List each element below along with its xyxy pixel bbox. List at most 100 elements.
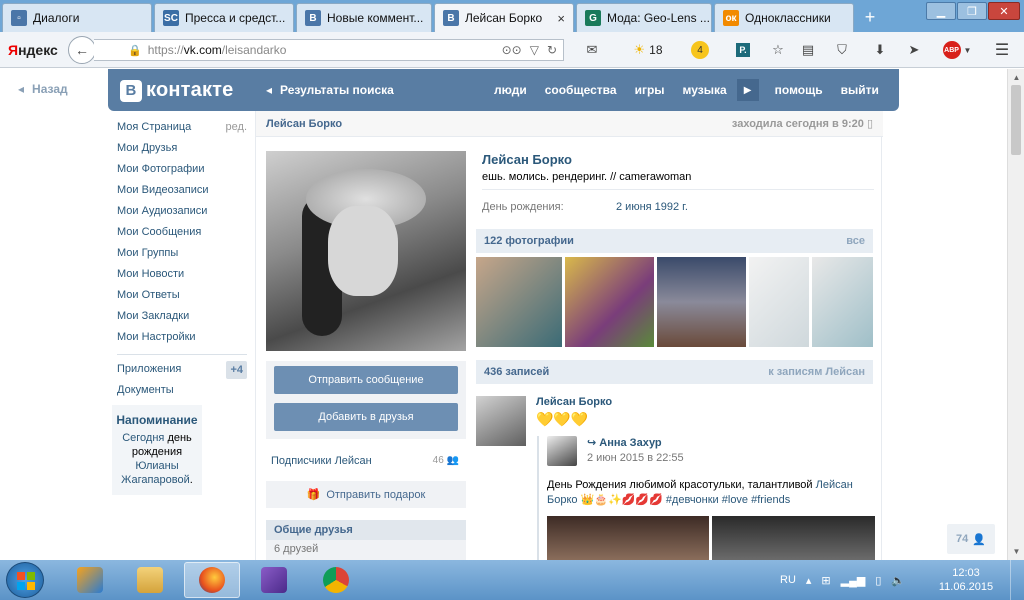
vk-logo[interactable]: Вконтакте (120, 79, 234, 102)
tab-press[interactable]: SC Пресса и средст... (154, 3, 294, 32)
photo-thumb[interactable] (812, 257, 873, 347)
profile-avatar[interactable] (266, 151, 466, 351)
weather-icon[interactable]: ☀ 18 (624, 40, 672, 60)
adblock-icon[interactable]: ABP ▼ (940, 40, 974, 60)
menu-music[interactable]: музыка (683, 83, 727, 101)
send-gift-button[interactable]: 🎁 Отправить подарок (266, 481, 466, 508)
page-scrollbar[interactable]: ▲ ▼ (1007, 69, 1024, 560)
sidebar-item-groups[interactable]: Мои Группы (117, 245, 247, 266)
minimize-button[interactable]: ▁ (926, 2, 956, 20)
sidebar-item-my-page[interactable]: Моя Страница ред. (117, 119, 247, 140)
windows-flag-icon[interactable]: ⊞ (821, 574, 830, 587)
send-icon[interactable]: ➤ (904, 40, 924, 60)
edit-link[interactable]: ред. (226, 119, 247, 140)
add-friend-button[interactable]: Добавить в друзья (274, 403, 458, 431)
tab-ok[interactable]: ок Одноклассники (714, 3, 854, 32)
sidebar-item-videos[interactable]: Мои Видеозаписи (117, 182, 247, 203)
repost-photo[interactable] (547, 516, 709, 560)
start-button[interactable] (6, 562, 44, 598)
sidebar-item-bookmarks[interactable]: Мои Закладки (117, 308, 247, 329)
menu-communities[interactable]: сообщества (545, 83, 617, 101)
repost-author-avatar[interactable] (547, 436, 577, 466)
new-tab-button[interactable]: + (858, 6, 882, 28)
scroll-down-icon[interactable]: ▼ (1011, 546, 1022, 557)
post-author-avatar[interactable] (476, 396, 526, 446)
firefox-icon[interactable] (184, 562, 240, 598)
play-icon[interactable]: ▶ (736, 79, 759, 101)
sidebar-item-news[interactable]: Мои Новости (117, 266, 247, 287)
dropdown-icon[interactable]: ▽ (530, 43, 539, 57)
close-window-button[interactable]: ✕ (988, 2, 1020, 20)
back-arrow-icon[interactable]: ← (68, 36, 96, 64)
rbk-icon[interactable]: Р. (734, 40, 752, 60)
yandex-logo[interactable]: Яндекс (8, 42, 58, 58)
sidebar-item-photos[interactable]: Мои Фотографии (117, 161, 247, 182)
volume-icon[interactable]: 🔈 (891, 574, 905, 587)
mutual-friends-title[interactable]: Общие друзья (266, 520, 466, 540)
birthday-value[interactable]: 2 июня 1992 г. (616, 201, 688, 213)
signal-icon[interactable]: ▂▄▆ (841, 574, 866, 587)
to-posts-link[interactable]: к записям Лейсан (768, 366, 865, 378)
reminder-today-link[interactable]: Сегодня (122, 432, 164, 444)
yandex-badge-icon[interactable]: 4 (690, 40, 710, 60)
photo-thumb[interactable] (476, 257, 562, 347)
sidebar-item-settings[interactable]: Мои Настройки (117, 329, 247, 350)
tab-comments[interactable]: В Новые коммент... (296, 3, 432, 32)
reminder-name-link[interactable]: Юлианы Жагапаровой (121, 460, 190, 486)
visual-studio-icon[interactable] (246, 562, 302, 598)
repost-date[interactable]: 2 июн 2015 в 22:55 (587, 452, 684, 464)
file-explorer-icon[interactable] (122, 562, 178, 598)
subscribers-link[interactable]: Подписчики Лейсан 46 👥 (271, 455, 459, 467)
photos-all-link[interactable]: все (846, 235, 865, 247)
chrome-icon[interactable] (308, 562, 364, 598)
sidebar-item-answers[interactable]: Мои Ответы (117, 287, 247, 308)
scroll-up-icon[interactable]: ▲ (1011, 72, 1022, 83)
photo-thumb[interactable] (657, 257, 746, 347)
show-desktop-button[interactable] (1010, 560, 1024, 600)
photo-thumb[interactable] (565, 257, 654, 347)
tray-chevron-icon[interactable]: ▴ (806, 574, 812, 587)
language-indicator[interactable]: RU (780, 574, 796, 586)
reload-icon[interactable]: ↻ (547, 43, 557, 57)
reader-mode-icon[interactable]: ⊙⊙ (502, 43, 522, 57)
repost-author[interactable]: ↪ Анна Захур (587, 436, 662, 449)
profile-status[interactable]: ешь. молись. рендеринг. // camerawoman (482, 171, 691, 183)
menu-icon[interactable]: ☰ (992, 40, 1012, 60)
menu-help[interactable]: помощь (775, 83, 823, 101)
close-tab-icon[interactable]: × (557, 11, 565, 26)
media-player-icon[interactable] (62, 562, 118, 598)
maximize-button[interactable]: ❐ (957, 2, 987, 20)
pocket-icon[interactable]: ⛉ (832, 40, 852, 60)
hashtags[interactable]: #девчонки #love #friends (666, 494, 790, 506)
power-icon[interactable]: ▯ (875, 574, 881, 587)
like-counter[interactable]: 74 👤 (947, 524, 995, 554)
photos-header[interactable]: 122 фотографии все (476, 229, 873, 253)
tab-profile[interactable]: В Лейсан Борко × (434, 3, 574, 32)
repost: ↪ Анна Захур 2 июн 2015 в 22:55 День Рож… (537, 436, 875, 560)
menu-logout[interactable]: выйти (841, 83, 879, 101)
download-icon[interactable]: ⬇ (870, 40, 890, 60)
sidebar-item-apps[interactable]: Приложения +4 (117, 361, 247, 382)
tab-dialogs[interactable]: ▫ Диалоги (2, 3, 152, 32)
sidebar-item-friends[interactable]: Мои Друзья (117, 140, 247, 161)
address-bar[interactable]: 🔒 https://vk.com/leisandarko ⊙⊙ ▽ ↻ (94, 39, 564, 61)
send-message-button[interactable]: Отправить сообщение (274, 366, 458, 394)
repost-photo[interactable] (712, 516, 875, 560)
sidebar-item-messages[interactable]: Мои Сообщения (117, 224, 247, 245)
vk-back-link[interactable]: ◂ Назад (18, 82, 68, 96)
photo-thumb[interactable] (749, 257, 809, 347)
system-clock[interactable]: 12:03 11.06.2015 (936, 566, 996, 594)
menu-games[interactable]: игры (635, 83, 665, 101)
post-author[interactable]: Лейсан Борко (536, 396, 612, 408)
mail-icon[interactable]: ✉ (582, 40, 602, 60)
tab-geolens[interactable]: G Мода: Geo-Lens ... (576, 3, 712, 32)
sidebar-item-docs[interactable]: Документы (117, 382, 247, 403)
sidebar-item-audio[interactable]: Мои Аудиозаписи (117, 203, 247, 224)
wall-header[interactable]: 436 записей к записям Лейсан (476, 360, 873, 384)
reading-list-icon[interactable]: ▤ (798, 40, 818, 60)
birthday-label: День рождения: (482, 201, 564, 213)
search-results-link[interactable]: ◂ Результаты поиска (266, 83, 394, 97)
scroll-thumb[interactable] (1011, 85, 1021, 155)
star-icon[interactable]: ☆ (768, 40, 788, 60)
menu-people[interactable]: люди (494, 83, 527, 101)
